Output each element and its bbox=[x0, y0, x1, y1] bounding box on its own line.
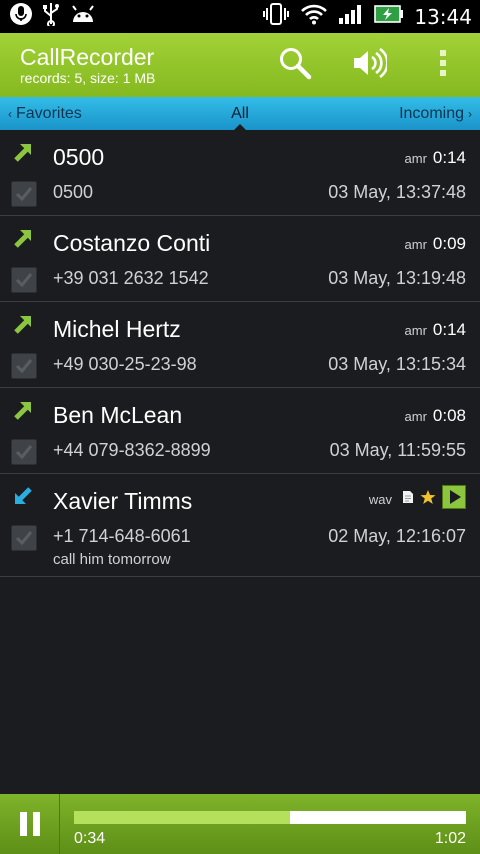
search-icon bbox=[278, 46, 312, 85]
duration: 0:14 bbox=[432, 148, 466, 167]
audio-format: amr bbox=[404, 237, 427, 252]
duration: 0:14 bbox=[432, 320, 466, 339]
tab-incoming-label: Incoming bbox=[399, 104, 464, 122]
app-title-block: CallRecorder records: 5, size: 1 MB bbox=[0, 44, 258, 86]
speaker-icon bbox=[351, 46, 389, 85]
action-bar: CallRecorder records: 5, size: 1 MB bbox=[0, 33, 480, 97]
select-checkbox[interactable] bbox=[11, 267, 37, 293]
audio-format: amr bbox=[404, 151, 427, 166]
recording-meta: amr 0:08 bbox=[405, 406, 466, 426]
chevron-right-icon: › bbox=[468, 106, 472, 121]
usb-icon bbox=[42, 2, 60, 31]
total-time: 1:02 bbox=[434, 830, 466, 847]
contact-name: Ben McLean bbox=[53, 402, 183, 428]
elapsed-time: 0:34 bbox=[74, 830, 106, 847]
recording-date: 03 May, 13:19:48 bbox=[328, 268, 466, 288]
note-icon bbox=[402, 490, 414, 509]
recording-meta: amr 0:09 bbox=[405, 234, 466, 254]
signal-icon bbox=[338, 3, 364, 30]
battery-charging-icon bbox=[374, 4, 404, 29]
records-summary: records: 5, size: 1 MB bbox=[20, 70, 156, 86]
recording-meta: amr 0:14 bbox=[405, 148, 466, 168]
recording-note: call him tomorrow bbox=[53, 551, 171, 568]
phone-number: +44 079-8362-8899 bbox=[53, 440, 211, 460]
duration: 0:08 bbox=[432, 406, 466, 425]
recording-date: 03 May, 13:37:48 bbox=[328, 182, 466, 202]
recording-meta: amr 0:14 bbox=[405, 320, 466, 340]
list-item[interactable]: Ben McLean +44 079-8362-8899 amr 0:08 03… bbox=[0, 388, 480, 474]
select-checkbox[interactable] bbox=[11, 525, 37, 551]
recording-date: 02 May, 12:16:07 bbox=[328, 526, 466, 546]
vibrate-icon bbox=[262, 2, 290, 31]
android-icon bbox=[70, 4, 96, 29]
list-item[interactable]: 0500 0500 amr 0:14 03 May, 13:37:48 bbox=[0, 130, 480, 216]
playback-bar: 0:34 1:02 bbox=[0, 794, 480, 854]
recording-date: 03 May, 13:15:34 bbox=[328, 354, 466, 374]
outgoing-call-icon bbox=[12, 227, 34, 249]
recording-meta: wav bbox=[369, 485, 466, 514]
list-item[interactable]: Michel Hertz +49 030-25-23-98 amr 0:14 0… bbox=[0, 302, 480, 388]
status-bar: 13:44 bbox=[0, 0, 480, 33]
select-checkbox[interactable] bbox=[11, 353, 37, 379]
overflow-menu-icon bbox=[439, 49, 447, 82]
speaker-button[interactable] bbox=[332, 33, 406, 97]
tab-all-label: All bbox=[231, 104, 249, 122]
select-checkbox[interactable] bbox=[11, 439, 37, 465]
contact-name: Xavier Timms bbox=[53, 488, 193, 514]
microphone-icon bbox=[10, 2, 32, 31]
tab-strip: ‹ Favorites All Incoming › bbox=[0, 97, 480, 131]
duration: 0:09 bbox=[432, 234, 466, 253]
list-item[interactable]: Costanzo Conti +39 031 2632 1542 amr 0:0… bbox=[0, 216, 480, 302]
tab-incoming[interactable]: Incoming › bbox=[399, 105, 472, 123]
phone-number: +1 714-648-6061 bbox=[53, 526, 191, 546]
list-item[interactable]: Xavier Timms +1 714-648-6061 call him to… bbox=[0, 474, 480, 577]
phone-number: +39 031 2632 1542 bbox=[53, 268, 209, 288]
recording-list: 0500 0500 amr 0:14 03 May, 13:37:48 Cost… bbox=[0, 130, 480, 577]
app-title: CallRecorder bbox=[20, 44, 155, 70]
play-icon[interactable] bbox=[442, 485, 466, 514]
outgoing-call-icon bbox=[12, 313, 34, 335]
search-button[interactable] bbox=[258, 33, 332, 97]
star-icon[interactable] bbox=[420, 489, 436, 510]
phone-number: +49 030-25-23-98 bbox=[53, 354, 197, 374]
select-checkbox[interactable] bbox=[11, 181, 37, 207]
pause-button[interactable] bbox=[0, 794, 60, 854]
contact-name: Costanzo Conti bbox=[53, 230, 211, 256]
playback-progress-fill bbox=[74, 811, 290, 824]
audio-format: amr bbox=[404, 323, 427, 338]
phone-number: 0500 bbox=[53, 182, 94, 202]
outgoing-call-icon bbox=[12, 399, 34, 421]
recording-date: 03 May, 11:59:55 bbox=[329, 440, 466, 460]
audio-format: amr bbox=[404, 409, 427, 424]
outgoing-call-icon bbox=[12, 141, 34, 163]
clock: 13:44 bbox=[414, 4, 472, 29]
audio-format: wav bbox=[368, 492, 392, 507]
pause-icon bbox=[19, 812, 27, 836]
contact-name: 0500 bbox=[53, 144, 105, 170]
wifi-icon bbox=[300, 3, 328, 30]
incoming-call-icon bbox=[12, 485, 34, 507]
contact-name: Michel Hertz bbox=[53, 316, 181, 342]
overflow-menu-button[interactable] bbox=[406, 33, 480, 97]
playback-progress[interactable] bbox=[74, 811, 466, 824]
